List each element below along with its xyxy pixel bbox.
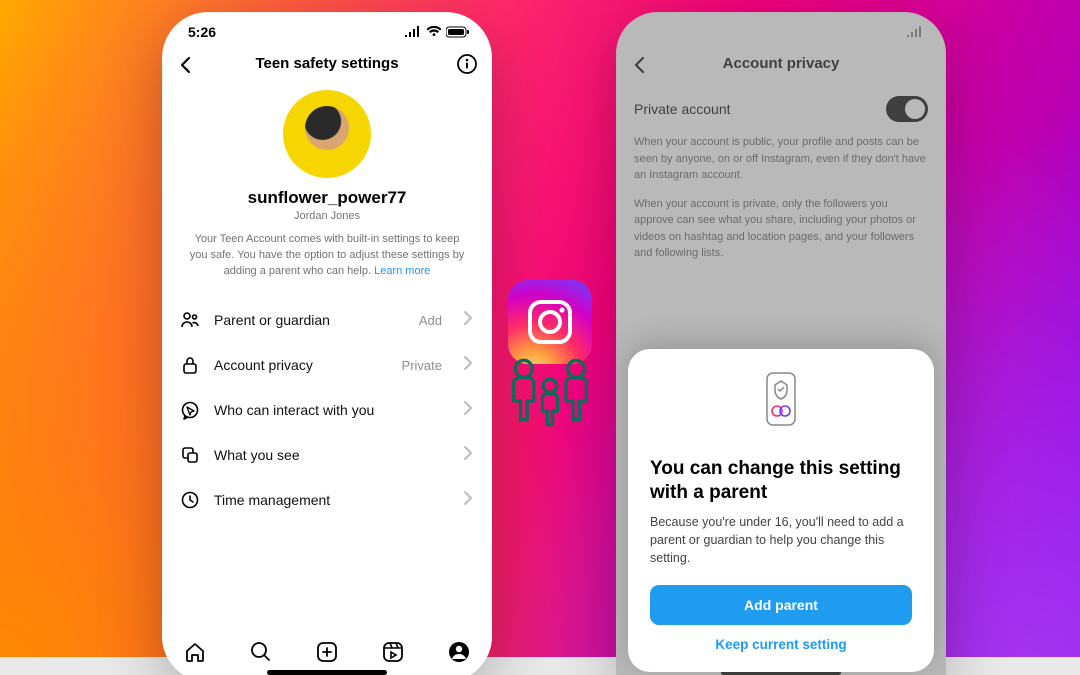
back-button[interactable] (172, 51, 200, 84)
tab-reels[interactable] (380, 639, 406, 665)
chat-icon (180, 400, 200, 420)
row-label: Parent or guardian (214, 312, 405, 328)
row-value: Private (402, 358, 442, 373)
sheet-title: You can change this setting with a paren… (650, 457, 912, 505)
profile-section: sunflower_power77 Jordan Jones Your Teen… (162, 84, 492, 284)
status-bar: 5:26 (162, 12, 492, 42)
keep-current-button[interactable]: Keep current setting (650, 637, 912, 652)
row-label: What you see (214, 447, 442, 463)
chevron-right-icon (462, 490, 474, 511)
profile-icon (447, 640, 471, 664)
tab-bar (162, 618, 492, 675)
username: sunflower_power77 (188, 188, 466, 208)
chevron-right-icon (462, 445, 474, 466)
navbar: Teen safety settings (162, 42, 492, 84)
tab-profile[interactable] (446, 639, 472, 665)
realname: Jordan Jones (188, 210, 466, 222)
battery-icon (446, 26, 470, 38)
row-parent-guardian[interactable]: Parent or guardian Add (162, 298, 492, 343)
row-label: Who can interact with you (214, 402, 442, 418)
tab-create[interactable] (314, 639, 340, 665)
overlap-icon (180, 445, 200, 465)
chevron-right-icon (462, 355, 474, 376)
avatar (283, 90, 371, 178)
account-blurb: Your Teen Account comes with built-in se… (188, 232, 466, 280)
status-time: 5:26 (188, 24, 216, 40)
wifi-icon (426, 26, 442, 38)
info-icon (456, 53, 478, 75)
row-time-management[interactable]: Time management (162, 478, 492, 523)
home-indicator (267, 670, 387, 675)
reels-icon (381, 640, 405, 664)
row-account-privacy[interactable]: Account privacy Private (162, 343, 492, 388)
phone-account-privacy: Account privacy Private account When you… (616, 12, 946, 675)
learn-more-link[interactable]: Learn more (374, 265, 430, 277)
home-icon (183, 640, 207, 664)
signal-icon (404, 26, 422, 38)
sheet-illustration (650, 371, 912, 443)
tab-search[interactable] (248, 639, 274, 665)
row-value: Add (419, 313, 442, 328)
row-label: Time management (214, 492, 442, 508)
page-title: Teen safety settings (255, 55, 398, 72)
sheet-body: Because you're under 16, you'll need to … (650, 513, 912, 567)
people-icon (180, 310, 200, 330)
chevron-right-icon (462, 310, 474, 331)
plus-square-icon (315, 640, 339, 664)
lock-icon (180, 355, 200, 375)
chevron-right-icon (462, 400, 474, 421)
row-what-you-see[interactable]: What you see (162, 433, 492, 478)
row-who-can-interact[interactable]: Who can interact with you (162, 388, 492, 433)
tab-home[interactable] (182, 639, 208, 665)
info-button[interactable] (452, 49, 482, 84)
parent-required-sheet: You can change this setting with a paren… (628, 349, 934, 672)
search-icon (249, 640, 273, 664)
clock-icon (180, 490, 200, 510)
settings-list: Parent or guardian Add Account privacy P… (162, 298, 492, 523)
row-label: Account privacy (214, 357, 388, 373)
chevron-left-icon (176, 55, 196, 75)
phone-teen-safety: 5:26 Teen safety settings sunflower_powe… (162, 12, 492, 675)
add-parent-button[interactable]: Add parent (650, 585, 912, 625)
